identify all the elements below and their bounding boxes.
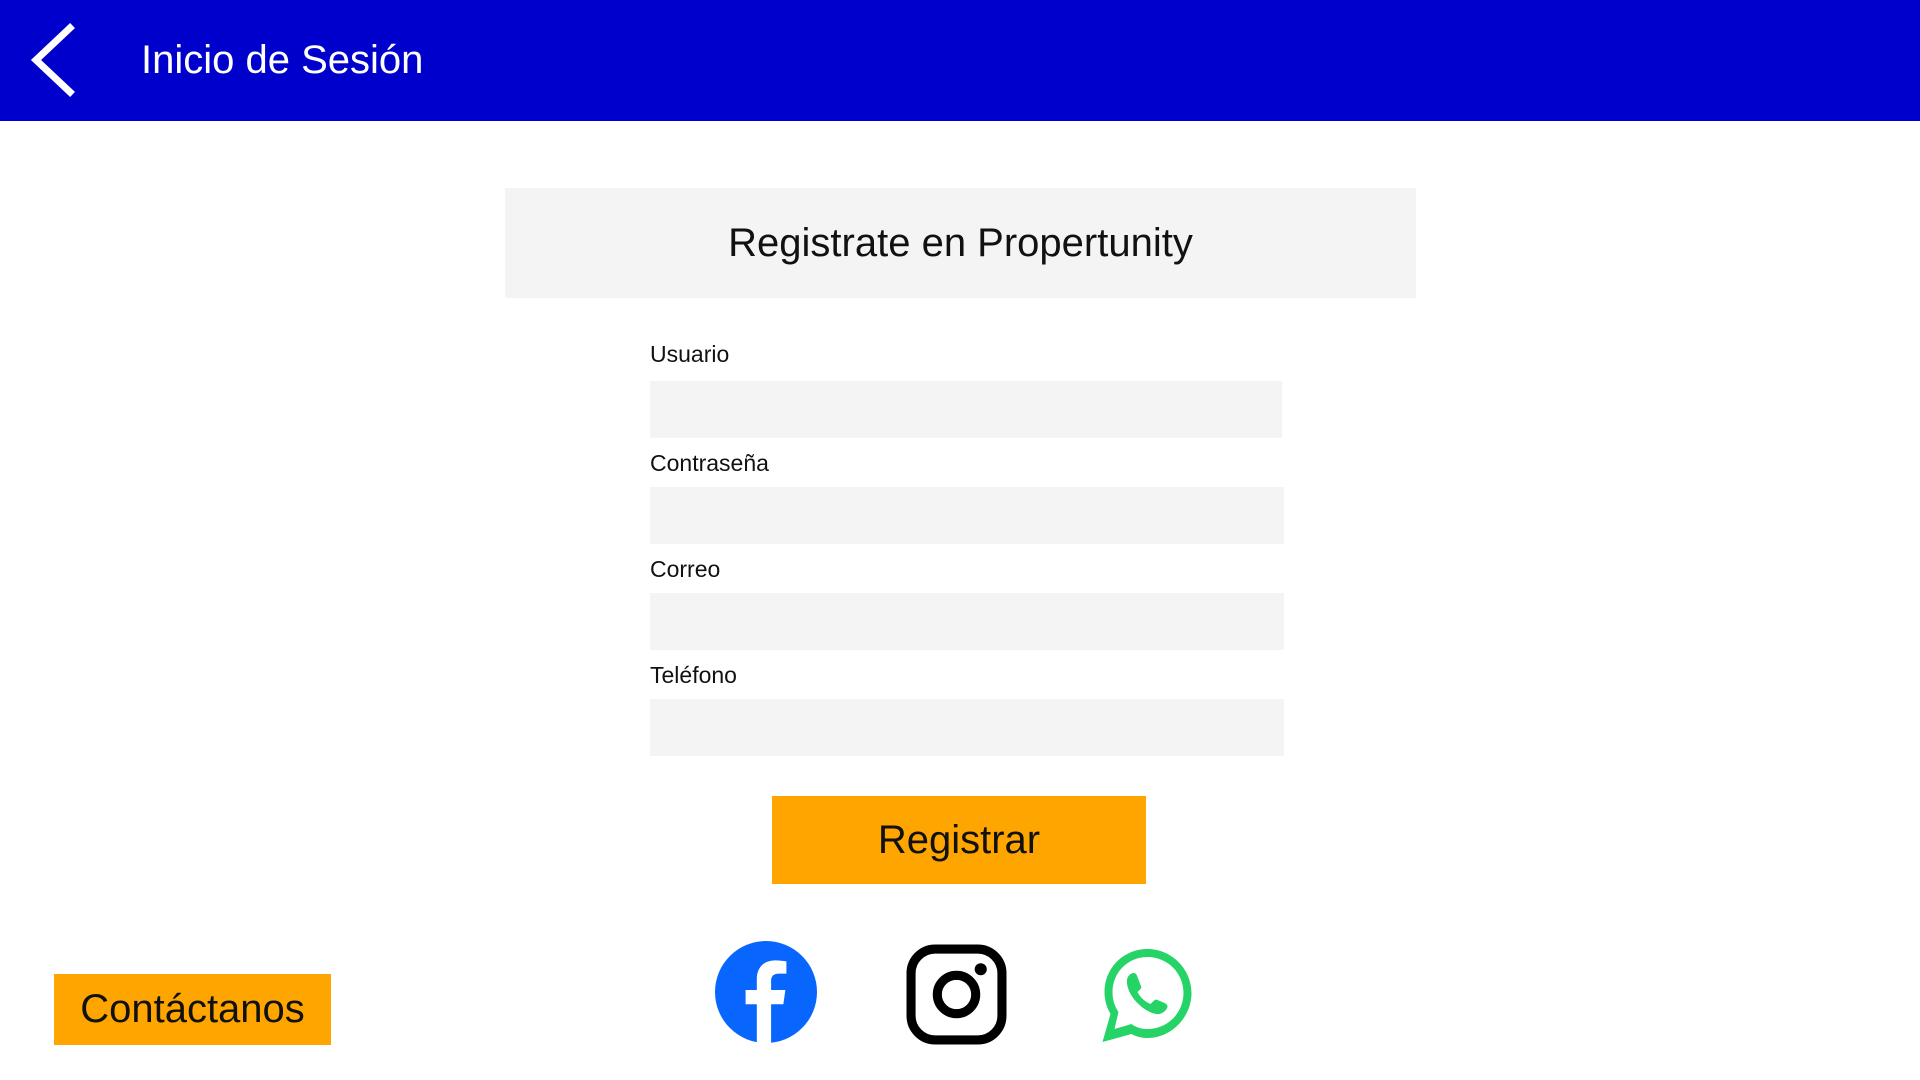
password-input[interactable] [650,487,1284,544]
facebook-icon [715,941,817,1043]
whatsapp-link[interactable] [1097,943,1198,1047]
app-header: Inicio de Sesión [0,0,1920,121]
phone-input[interactable] [650,699,1284,756]
password-label: Contraseña [650,450,769,476]
chevron-left-icon [30,23,75,97]
back-button[interactable] [26,22,80,98]
page-title: Inicio de Sesión [141,38,424,82]
contact-button[interactable]: Contáctanos [54,974,331,1045]
username-label: Usuario [650,341,730,367]
whatsapp-icon [1102,949,1192,1042]
facebook-link[interactable] [715,941,817,1043]
register-button[interactable]: Registrar [772,796,1146,884]
form-title-panel: Registrate en Propertunity [505,188,1416,298]
email-input[interactable] [650,593,1284,650]
email-label: Correo [650,556,721,582]
instagram-link[interactable] [906,944,1007,1045]
username-input[interactable] [650,381,1282,438]
form-title: Registrate en Propertunity [728,220,1193,265]
instagram-icon [906,944,1007,1045]
phone-label: Teléfono [650,662,737,688]
